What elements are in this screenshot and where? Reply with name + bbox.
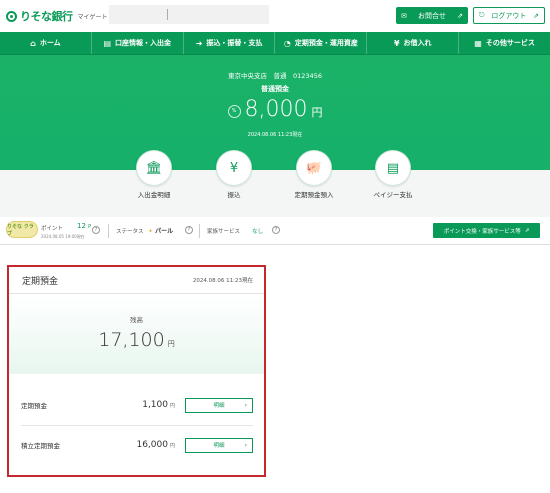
- nav-item-transfer[interactable]: ➜ 振込・振替・支払: [184, 32, 276, 54]
- quick-action-label: 振込: [227, 191, 241, 199]
- quick-action-label: ペイジー支払: [373, 191, 413, 199]
- external-link-icon: ⇗: [457, 11, 463, 20]
- transfer-icon: ➜: [195, 38, 203, 48]
- help-icon[interactable]: ?: [92, 226, 100, 234]
- time-deposit-balance: 17,100: [98, 329, 165, 351]
- piggybank-icon: 🐖: [296, 150, 332, 186]
- points-value-group: 12 P: [77, 222, 91, 230]
- currency-label: 円: [311, 106, 323, 119]
- deposit-name: 定期預金: [21, 402, 47, 410]
- nav-item-loan[interactable]: ¥ お借入れ: [367, 32, 460, 54]
- quick-action-statement[interactable]: 🏛 入出金明細: [114, 150, 194, 199]
- pay-easy-icon: ▤: [375, 150, 411, 186]
- club-badge: りそな クラブ: [6, 221, 38, 238]
- account-branch-line: 東京中央支店 普通 0123456: [228, 72, 322, 80]
- help-icon[interactable]: ?: [185, 226, 193, 234]
- nav-label: お借入れ: [403, 39, 432, 47]
- nav-label: 口座情報・入出金: [115, 39, 172, 47]
- balance-label: 残高: [130, 316, 143, 324]
- row-divider: [21, 425, 253, 426]
- yen-transfer-icon: ¥: [216, 150, 252, 186]
- nav-label: 定期預金・運用資産: [294, 39, 358, 47]
- points-exchange-button[interactable]: ポイント交換・家族サービス等 ⇗: [433, 223, 540, 238]
- piggybank-icon: ◔: [283, 38, 291, 48]
- text-cursor: [167, 9, 168, 20]
- divider: [108, 224, 109, 238]
- detail-button[interactable]: 明細 ›: [185, 437, 253, 453]
- account-balance: 8,000: [244, 97, 308, 122]
- mail-icon: ✉: [401, 11, 407, 20]
- points-exchange-label: ポイント交換・家族サービス等: [443, 228, 521, 235]
- divider: [199, 224, 200, 238]
- nav-item-other[interactable]: ▦ その他サービス: [459, 32, 550, 54]
- resona-logo-icon: [6, 10, 17, 22]
- status-value-group: ✦ パール: [148, 226, 173, 235]
- status-label: ステータス: [116, 229, 144, 235]
- loan-icon: ¥: [393, 38, 400, 48]
- logout-icon: ⎋: [479, 11, 485, 19]
- nav-item-account[interactable]: ▤ 口座情報・入出金: [92, 32, 184, 54]
- inquiry-button[interactable]: ✉ お問合せ ⇗: [396, 7, 468, 24]
- nav-label: その他サービス: [485, 39, 535, 47]
- points-unit: P: [88, 224, 92, 230]
- header: りそな銀行 マイゲート ✉ お問合せ ⇗ ⎋ ログアウト ⇗: [0, 0, 550, 32]
- external-link-icon: ⇗: [533, 11, 539, 20]
- status-value: パール: [155, 228, 174, 235]
- help-icon[interactable]: ?: [272, 226, 280, 234]
- external-link-icon: ⇗: [524, 227, 530, 234]
- currency-label: 円: [167, 340, 175, 348]
- family-service-label: 家族サービス: [207, 229, 241, 235]
- search-input[interactable]: [109, 5, 269, 24]
- family-service-value: なし: [252, 229, 264, 235]
- logout-label: ログアウト: [491, 11, 527, 20]
- deposit-name: 積立定期預金: [21, 442, 60, 450]
- quick-action-transfer[interactable]: ¥ 振込: [194, 150, 274, 199]
- logo-sub: マイゲート: [77, 13, 108, 21]
- quick-action-label: 定期預金預入: [294, 191, 334, 199]
- currency-label: 円: [169, 442, 175, 449]
- points-bar: りそな クラブ ポイント 12 P ? 2024.08.05 19:00現在 ス…: [0, 217, 550, 245]
- card-title: 定期預金: [22, 276, 59, 287]
- quick-action-time-deposit[interactable]: 🐖 定期預金預入: [274, 150, 354, 199]
- card-as-of: 2024.08.06 11:23現在: [192, 278, 253, 284]
- logout-button[interactable]: ⎋ ログアウト ⇗: [473, 7, 545, 24]
- home-icon: ⌂: [30, 38, 36, 48]
- main-nav: ⌂ ホーム ▤ 口座情報・入出金 ➜ 振込・振替・支払 ◔ 定期預金・運用資産 …: [0, 32, 550, 55]
- deposit-row: 定期預金 1,100 円 明細 ›: [21, 387, 253, 423]
- nav-item-deposit[interactable]: ◔ 定期預金・運用資産: [275, 32, 368, 54]
- nav-label: ホーム: [39, 39, 61, 47]
- bank-building-icon: 🏛: [136, 150, 172, 186]
- nav-label: 振込・振替・支払: [206, 39, 263, 47]
- pearl-icon: ✦: [148, 228, 154, 235]
- bankbook-icon: ▤: [103, 38, 112, 48]
- points-date: 2024.08.05 19:00現在: [41, 234, 85, 239]
- balance-toggle-icon[interactable]: %: [227, 104, 241, 118]
- card-balance-area: 残高 17,100 円: [9, 294, 264, 374]
- deposit-amount: 1,100: [142, 400, 168, 410]
- nav-item-home[interactable]: ⌂ ホーム: [0, 32, 92, 54]
- chevron-right-icon: ›: [244, 441, 247, 449]
- points-value: 12: [77, 222, 86, 230]
- detail-label: 明細: [213, 403, 225, 409]
- account-type: 普通預金: [261, 85, 289, 93]
- currency-label: 円: [169, 402, 175, 409]
- chevron-right-icon: ›: [244, 401, 247, 409]
- logo-name: りそな銀行: [20, 10, 73, 23]
- bank-logo[interactable]: りそな銀行 マイゲート: [6, 8, 108, 24]
- quick-actions: 🏛 入出金明細 ¥ 振込 🐖 定期預金預入 ▤ ペイジー支払: [0, 150, 550, 217]
- time-deposit-card: 定期預金 2024.08.06 11:23現在 残高 17,100 円 定期預金…: [7, 265, 266, 477]
- detail-label: 明細: [213, 443, 225, 449]
- balance-as-of: 2024.08.06 11:23現在: [247, 132, 303, 138]
- balance-row: 17,100 円: [9, 329, 264, 351]
- deposit-amount: 16,000: [136, 440, 168, 450]
- balance-row: % 8,000 円: [0, 97, 550, 122]
- deposit-row: 積立定期預金 16,000 円 明細 ›: [21, 427, 253, 463]
- detail-button[interactable]: 明細 ›: [185, 397, 253, 413]
- points-label: ポイント: [41, 226, 64, 232]
- card-header: 定期預金 2024.08.06 11:23現在: [9, 267, 264, 294]
- grid-icon: ▦: [474, 38, 482, 48]
- quick-action-pay-easy[interactable]: ▤ ペイジー支払: [353, 150, 433, 199]
- quick-action-label: 入出金明細: [137, 191, 171, 199]
- inquiry-label: お問合せ: [418, 11, 446, 20]
